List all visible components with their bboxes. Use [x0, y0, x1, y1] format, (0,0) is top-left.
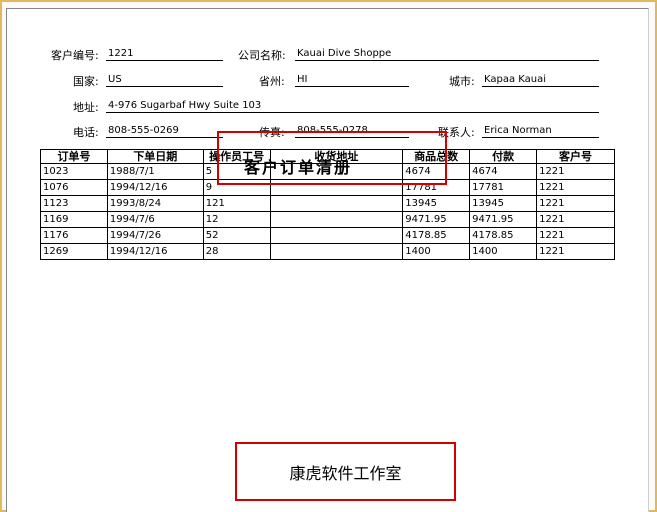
cell-customer-no: 1221	[536, 163, 615, 180]
cell-order-date: 1988/7/1	[106, 163, 204, 180]
cell-order-date: 1994/7/6	[106, 211, 204, 228]
title-highlight-box	[217, 131, 447, 185]
cell-operator-id: 121	[202, 195, 271, 212]
footer-studio-text: 康虎软件工作室	[289, 463, 402, 483]
company-label: 公司名称:	[238, 49, 286, 62]
country-label: 国家:	[73, 75, 99, 88]
cell-customer-no: 1221	[536, 243, 615, 260]
cell-ship-address	[269, 211, 404, 228]
customer-no-value: 1221	[106, 47, 223, 61]
col-header-payment: 付款	[469, 149, 538, 164]
cell-payment: 9471.95	[469, 211, 538, 228]
cell-payment: 4674	[469, 163, 538, 180]
phone-label: 电话:	[73, 126, 99, 139]
phone-value: 808-555-0269	[106, 124, 223, 138]
cell-order-date: 1994/7/26	[106, 227, 204, 244]
customer-no-label: 客户编号:	[51, 49, 99, 62]
footer-highlight-box: 康虎软件工作室	[235, 442, 456, 501]
cell-order-date: 1993/8/24	[106, 195, 204, 212]
cell-item-total: 4178.85	[402, 227, 471, 244]
cell-order-no: 1176	[40, 227, 108, 244]
cell-payment: 4178.85	[469, 227, 538, 244]
col-header-order-date: 下单日期	[106, 149, 204, 164]
cell-operator-id: 28	[202, 243, 271, 260]
cell-order-no: 1123	[40, 195, 108, 212]
contact-value: Erica Norman	[482, 124, 599, 138]
cell-customer-no: 1221	[536, 211, 615, 228]
cell-order-no: 1076	[40, 179, 108, 196]
cell-customer-no: 1221	[536, 179, 615, 196]
cell-customer-no: 1221	[536, 195, 615, 212]
city-label: 城市:	[449, 75, 475, 88]
country-value: US	[106, 73, 223, 87]
cell-item-total: 13945	[402, 195, 471, 212]
cell-item-total: 9471.95	[402, 211, 471, 228]
cell-order-date: 1994/12/16	[106, 243, 204, 260]
city-value: Kapaa Kauai	[482, 73, 599, 87]
table-row: 1269 1994/12/16 28 1400 1400 1221	[40, 243, 615, 260]
cell-payment: 1400	[469, 243, 538, 260]
state-label: 省州:	[259, 75, 285, 88]
table-row: 1176 1994/7/26 52 4178.85 4178.85 1221	[40, 227, 615, 244]
cell-ship-address	[269, 227, 404, 244]
cell-ship-address	[269, 195, 404, 212]
table-row: 1123 1993/8/24 121 13945 13945 1221	[40, 195, 615, 212]
cell-operator-id: 12	[202, 211, 271, 228]
col-header-order-no: 订单号	[40, 149, 108, 164]
state-value: HI	[295, 73, 409, 87]
cell-payment: 13945	[469, 195, 538, 212]
cell-order-no: 1023	[40, 163, 108, 180]
address-value: 4-976 Sugarbaf Hwy Suite 103	[106, 99, 599, 113]
table-row: 1169 1994/7/6 12 9471.95 9471.95 1221	[40, 211, 615, 228]
cell-order-no: 1269	[40, 243, 108, 260]
cell-order-date: 1994/12/16	[106, 179, 204, 196]
cell-item-total: 1400	[402, 243, 471, 260]
address-label: 地址:	[73, 101, 99, 114]
col-header-customer-no: 客户号	[536, 149, 615, 164]
company-value: Kauai Dive Shoppe	[295, 47, 599, 61]
cell-order-no: 1169	[40, 211, 108, 228]
cell-payment: 17781	[469, 179, 538, 196]
cell-ship-address	[269, 243, 404, 260]
cell-operator-id: 52	[202, 227, 271, 244]
cell-customer-no: 1221	[536, 227, 615, 244]
